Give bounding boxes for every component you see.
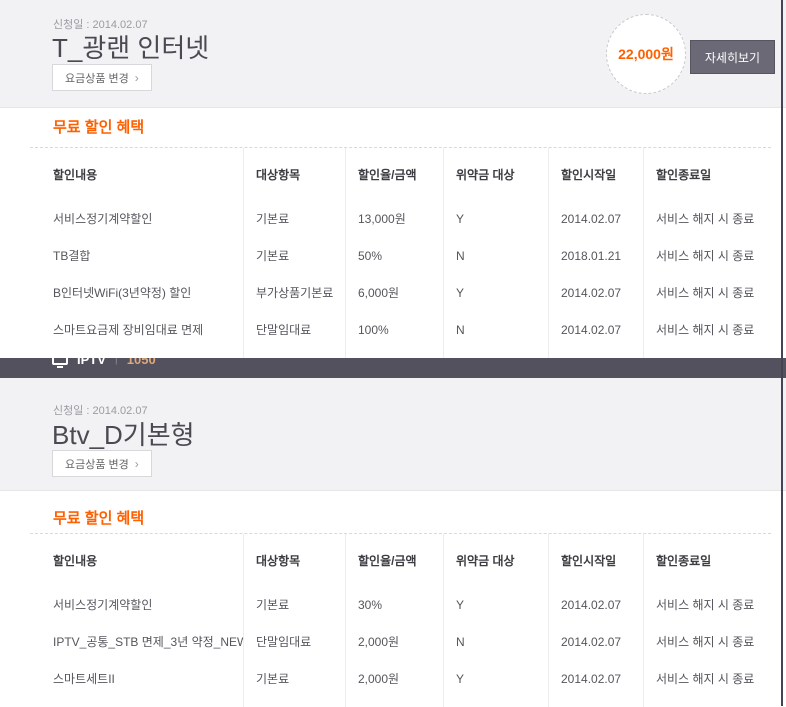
- header-cell: 위약금 대상: [443, 148, 548, 200]
- chevron-right-icon: ›: [135, 72, 139, 84]
- table-cell: 서비스 해지 시 종료: [643, 200, 771, 237]
- detail-view-button[interactable]: 자세히보기: [690, 40, 775, 74]
- table-row: IPTV_공통_STB 면제_3년 약정_NEW단말임대료2,000원N2014…: [30, 623, 771, 660]
- table-cell: 2014.02.07: [548, 274, 643, 311]
- header-cell: 할인시작일: [548, 148, 643, 200]
- monthly-price-value: 22,000원: [618, 44, 674, 64]
- table-cell: 2014.02.07: [548, 623, 643, 660]
- table-row: 스마트요금제 장비임대료 면제단말임대료100%N2014.02.07서비스 해…: [30, 311, 771, 348]
- table-cell: 2014.02.07: [548, 311, 643, 348]
- table-cell: N: [443, 311, 548, 348]
- table-cell: 13,000원: [345, 200, 443, 237]
- table-cell: 단말임대료: [243, 311, 345, 348]
- table-cell: 서비스 해지 시 종료: [643, 586, 771, 623]
- window-edge-line: [781, 0, 783, 706]
- table-cell: 서비스정기계약할인: [30, 586, 243, 623]
- discount-table: 할인내용대상항목할인율/금액위약금 대상할인시작일할인종료일서비스정기계약할인기…: [30, 533, 771, 707]
- table-cell: 서비스 해지 시 종료: [643, 274, 771, 311]
- table-cell: B인터넷WiFi(3년약정) 할인: [30, 274, 243, 311]
- spacer-cell: [643, 348, 771, 358]
- table-row: B인터넷WiFi(3년약정) 할인부가상품기본료6,000원Y2014.02.0…: [30, 274, 771, 311]
- table-cell: Y: [443, 586, 548, 623]
- plan-title: Btv_D기본형: [52, 415, 195, 452]
- iptv-bar-content: IPTV | 1050: [0, 358, 786, 371]
- table-cell: 2,000원: [345, 623, 443, 660]
- header-cell: 할인시작일: [548, 534, 643, 586]
- table-cell: 기본료: [243, 586, 345, 623]
- table-cell: IPTV_공통_STB 면제_3년 약정_NEW: [30, 623, 243, 660]
- plan-title: T_광랜 인터넷: [52, 28, 209, 65]
- header-cell: 할인내용: [30, 148, 243, 200]
- table-cell: N: [443, 623, 548, 660]
- chevron-right-icon: ›: [135, 458, 139, 470]
- tv-icon: [52, 358, 68, 365]
- header-cell: 대상항목: [243, 148, 345, 200]
- header-cell: 위약금 대상: [443, 534, 548, 586]
- spacer-cell: [243, 348, 345, 358]
- discount-table: 할인내용대상항목할인율/금액위약금 대상할인시작일할인종료일서비스정기계약할인기…: [30, 147, 771, 358]
- table-row: TB결합기본료50%N2018.01.21서비스 해지 시 종료: [30, 237, 771, 274]
- table-row: 스마트세트II기본료2,000원Y2014.02.07서비스 해지 시 종료: [30, 660, 771, 697]
- header-cell: 할인내용: [30, 534, 243, 586]
- table-cell: 서비스 해지 시 종료: [643, 237, 771, 274]
- internet-plan-header: 신청일 : 2014.02.07 T_광랜 인터넷 요금상품 변경 › 22,0…: [0, 0, 786, 108]
- table-spacer-row: [30, 348, 771, 358]
- header-cell: 할인율/금액: [345, 534, 443, 586]
- table-cell: 스마트세트II: [30, 660, 243, 697]
- table-cell: 2014.02.07: [548, 660, 643, 697]
- table-cell: Y: [443, 660, 548, 697]
- spacer-cell: [30, 348, 243, 358]
- header-cell: 대상항목: [243, 534, 345, 586]
- change-plan-label: 요금상품 변경: [65, 70, 129, 86]
- table-header-row: 할인내용대상항목할인율/금액위약금 대상할인시작일할인종료일: [30, 534, 771, 586]
- table-cell: 30%: [345, 586, 443, 623]
- table-row: 서비스정기계약할인기본료13,000원Y2014.02.07서비스 해지 시 종…: [30, 200, 771, 237]
- iptv-label: IPTV: [77, 358, 106, 367]
- table-cell: Y: [443, 200, 548, 237]
- bar-separator: |: [115, 358, 118, 365]
- table-cell: 기본료: [243, 200, 345, 237]
- table-cell: 스마트요금제 장비임대료 면제: [30, 311, 243, 348]
- iptv-section-bar: IPTV | 1050: [0, 358, 786, 378]
- free-benefit-heading: 무료 할인 혜택: [53, 507, 144, 528]
- table-row: 서비스정기계약할인기본료30%Y2014.02.07서비스 해지 시 종료: [30, 586, 771, 623]
- free-benefit-heading: 무료 할인 혜택: [53, 116, 144, 137]
- table-cell: 2014.02.07: [548, 200, 643, 237]
- table-cell: 서비스 해지 시 종료: [643, 311, 771, 348]
- header-cell: 할인율/금액: [345, 148, 443, 200]
- change-plan-button[interactable]: 요금상품 변경 ›: [52, 64, 152, 91]
- table-cell: 50%: [345, 237, 443, 274]
- iptv-plan-header: 신청일 : 2014.02.07 Btv_D기본형 요금상품 변경 ›: [0, 378, 786, 491]
- spacer-cell: [548, 348, 643, 358]
- table-cell: TB결합: [30, 237, 243, 274]
- header-cell: 할인종료일: [643, 148, 771, 200]
- table-cell: 2018.01.21: [548, 237, 643, 274]
- table-cell: 100%: [345, 311, 443, 348]
- table-cell: 6,000원: [345, 274, 443, 311]
- table-cell: 기본료: [243, 237, 345, 274]
- table-cell: 부가상품기본료: [243, 274, 345, 311]
- header-cell: 할인종료일: [643, 534, 771, 586]
- table-cell: N: [443, 237, 548, 274]
- change-plan-button[interactable]: 요금상품 변경 ›: [52, 450, 152, 477]
- table-cell: 기본료: [243, 660, 345, 697]
- monthly-price-badge: 22,000원: [606, 14, 686, 94]
- spacer-cell: [443, 348, 548, 358]
- table-cell: 서비스정기계약할인: [30, 200, 243, 237]
- iptv-channel-count: 1050: [127, 358, 156, 367]
- table-cell: 서비스 해지 시 종료: [643, 623, 771, 660]
- table-cell: 서비스 해지 시 종료: [643, 660, 771, 697]
- table-cell: 2,000원: [345, 660, 443, 697]
- spacer-cell: [345, 348, 443, 358]
- change-plan-label: 요금상품 변경: [65, 456, 129, 472]
- table-cell: 단말임대료: [243, 623, 345, 660]
- table-header-row: 할인내용대상항목할인율/금액위약금 대상할인시작일할인종료일: [30, 148, 771, 200]
- table-cell: 2014.02.07: [548, 586, 643, 623]
- table-cell: Y: [443, 274, 548, 311]
